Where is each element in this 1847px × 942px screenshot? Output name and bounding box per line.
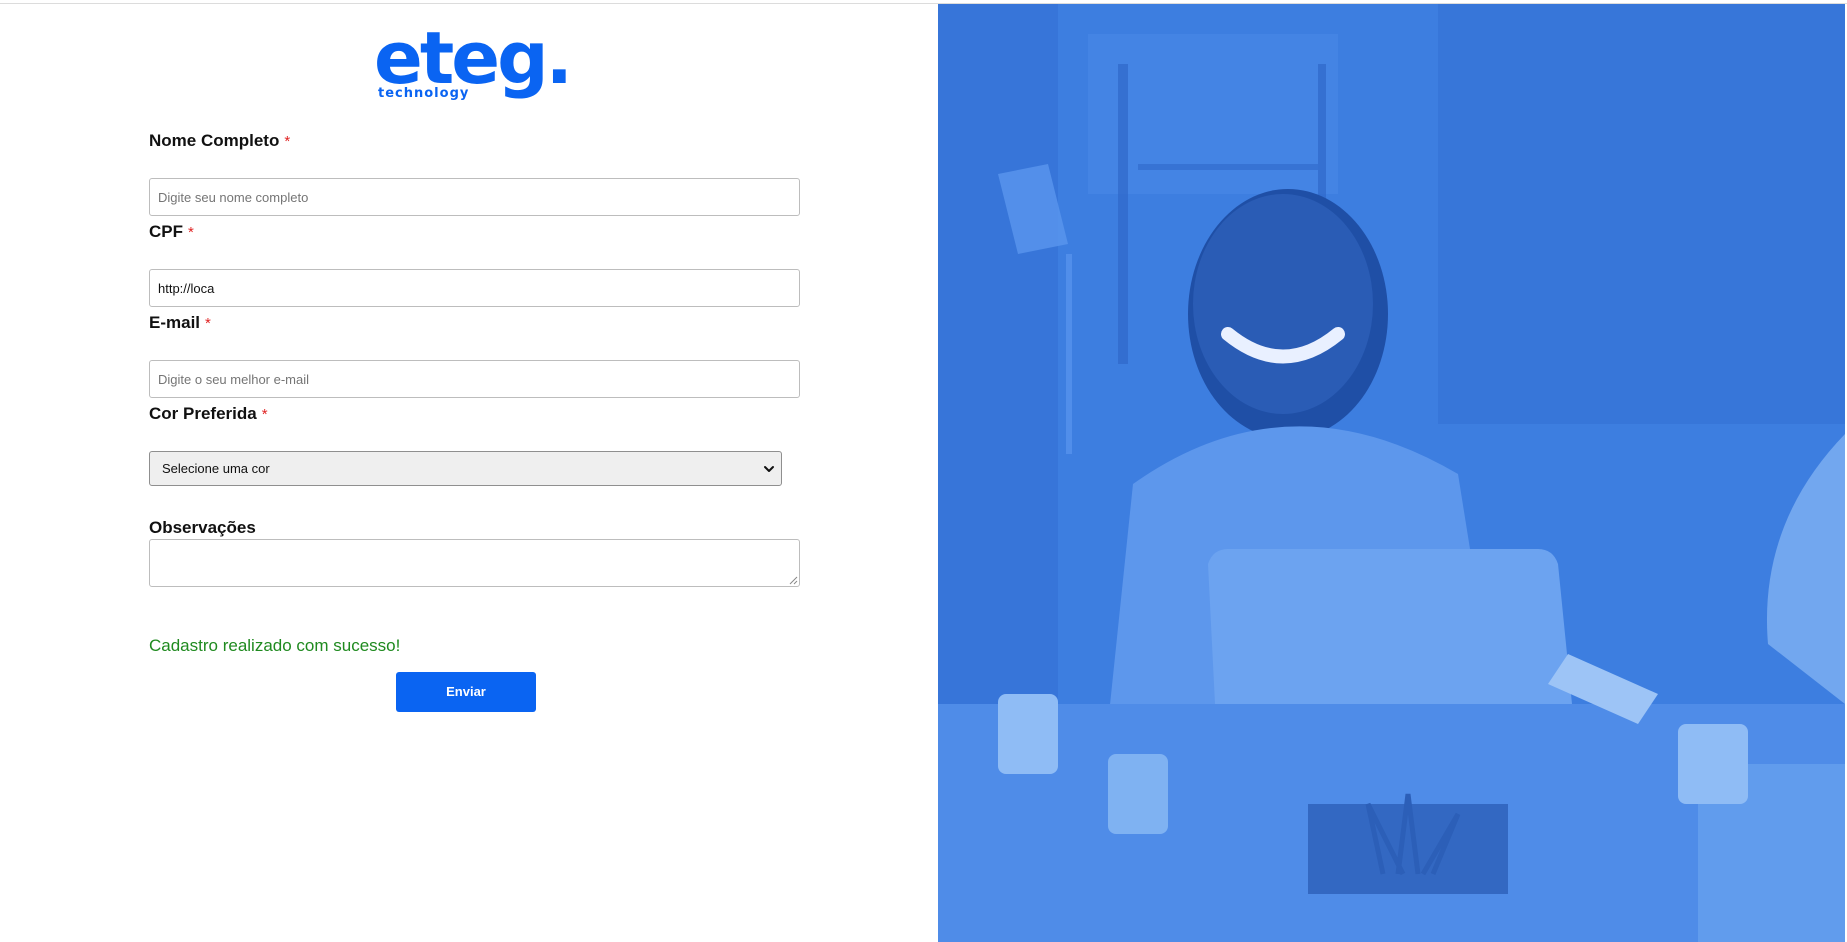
- success-message: Cadastro realizado com sucesso!: [149, 636, 401, 655]
- submit-button[interactable]: Enviar: [396, 672, 536, 712]
- favorite-color-label: Cor Preferida *: [149, 404, 268, 424]
- full-name-input[interactable]: [149, 178, 800, 216]
- office-photo-illustration: [938, 4, 1845, 942]
- required-marker: *: [261, 406, 268, 423]
- favorite-color-select[interactable]: Selecione uma cor: [149, 451, 782, 486]
- required-marker: *: [205, 315, 211, 332]
- cpf-label: CPF *: [149, 222, 194, 242]
- notes-label-text: Observações: [149, 518, 256, 537]
- full-name-label-text: Nome Completo: [149, 131, 280, 150]
- resize-grip-icon[interactable]: [789, 576, 798, 585]
- form-panel: eteg. technology Nome Completo* CPF* E-m…: [0, 4, 938, 942]
- eteg-logo: eteg. technology: [374, 22, 573, 108]
- email-label-text: E-mail: [149, 313, 201, 332]
- notes-textarea[interactable]: [149, 539, 800, 587]
- email-label: E-mail *: [149, 313, 211, 333]
- logo-tagline: technology: [378, 86, 470, 101]
- signup-page: eteg. technology Nome Completo* CPF* E-m…: [0, 4, 1847, 942]
- notes-label: Observações: [149, 518, 256, 538]
- favorite-color-label-text: Cor Preferida: [149, 404, 257, 423]
- favorite-color-selected-value: Selecione uma cor: [162, 461, 270, 476]
- chevron-down-icon: [764, 466, 774, 472]
- email-input[interactable]: [149, 360, 800, 398]
- full-name-label: Nome Completo *: [149, 131, 290, 151]
- required-marker: *: [284, 133, 291, 150]
- cpf-input[interactable]: [149, 269, 800, 307]
- cpf-label-text: CPF: [149, 222, 183, 241]
- required-marker: *: [188, 224, 194, 241]
- logo-wordmark: eteg.: [374, 16, 573, 100]
- hero-image: [938, 4, 1845, 942]
